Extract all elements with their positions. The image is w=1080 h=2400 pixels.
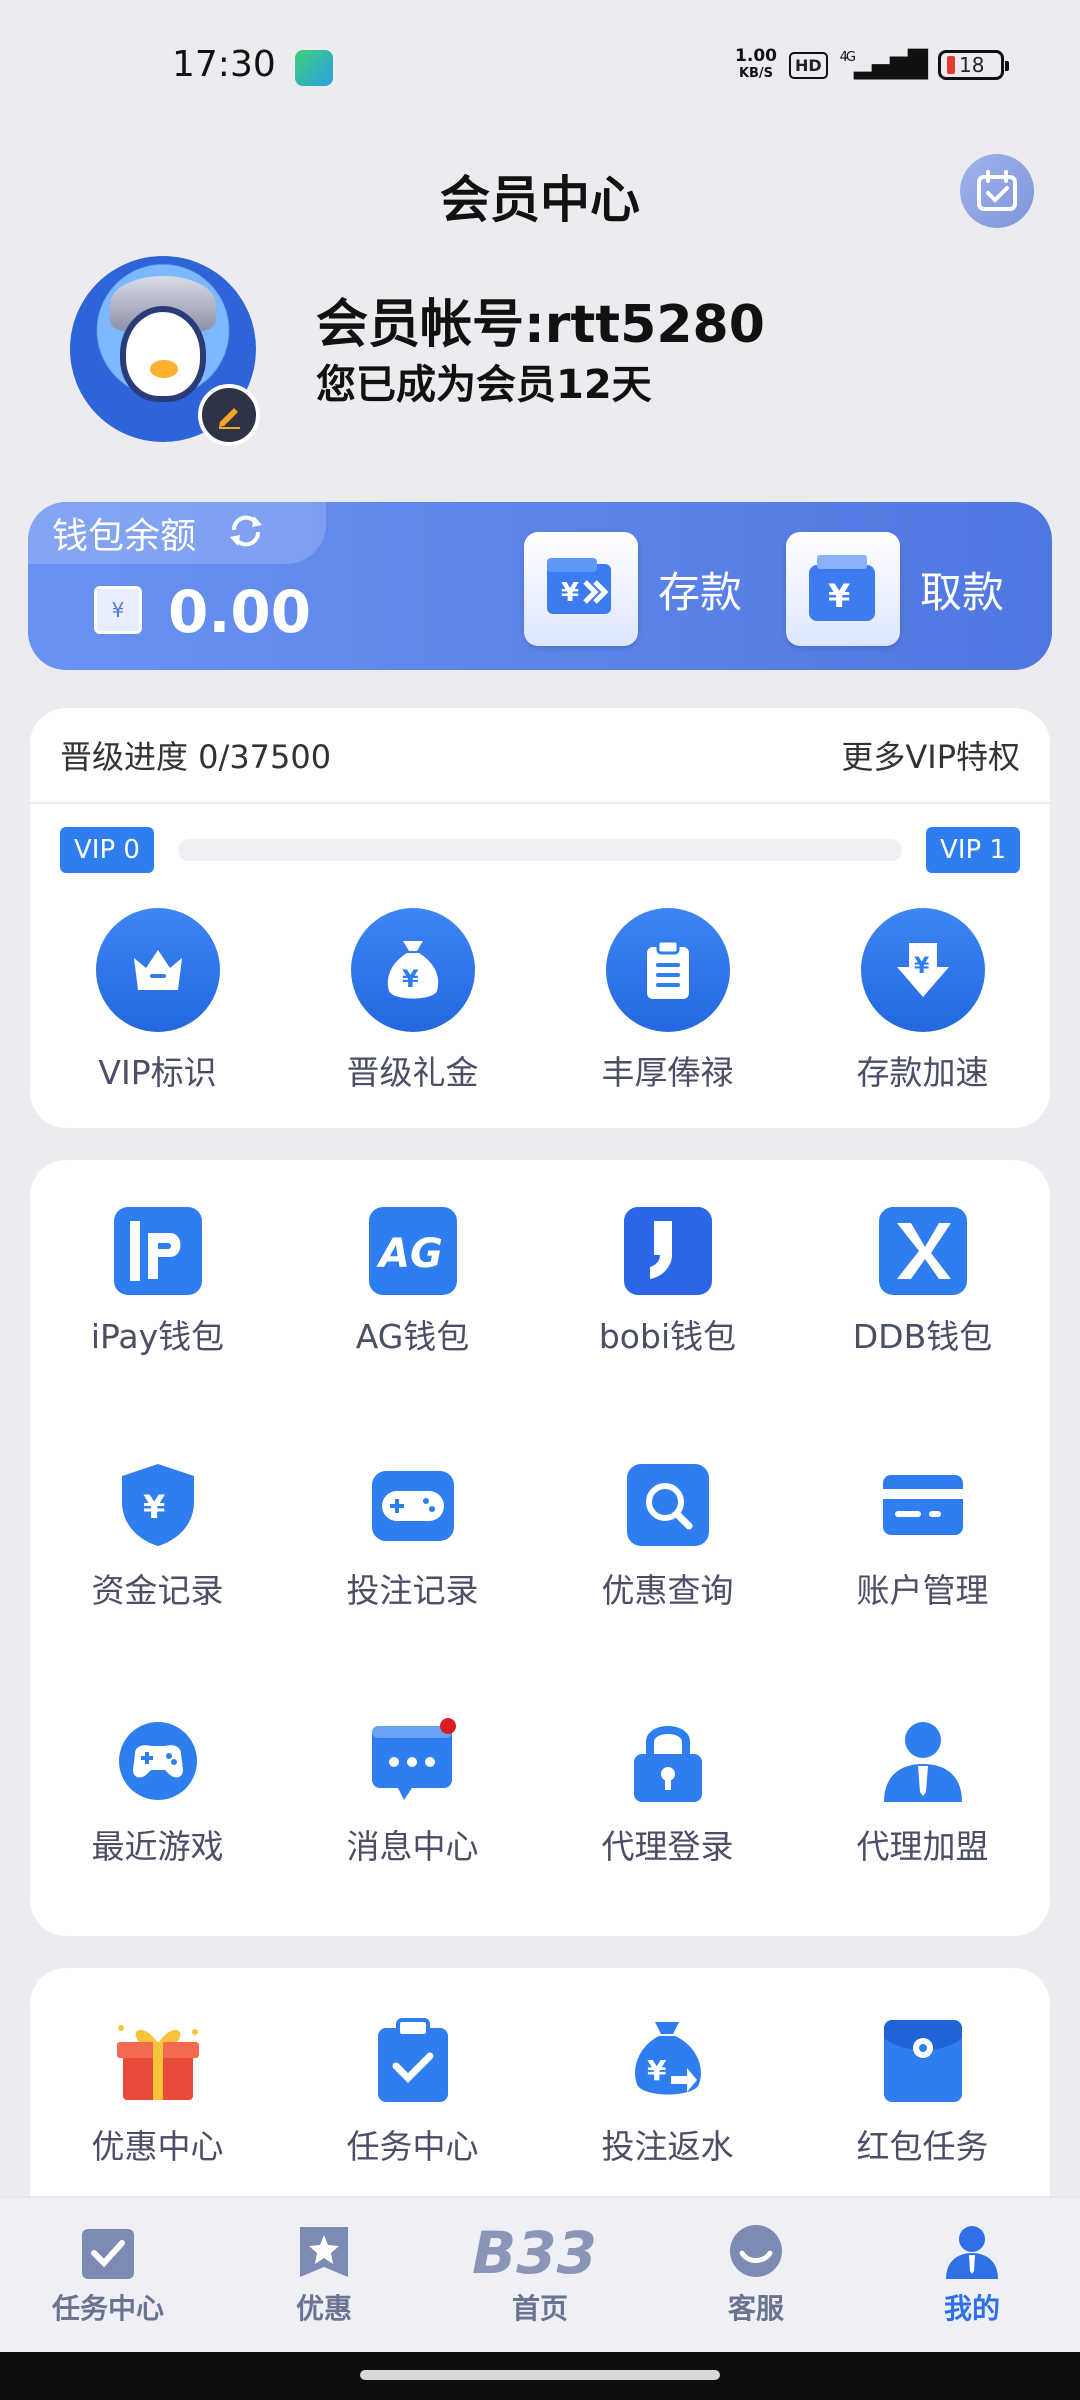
ddb-wallet-item[interactable]: DDB钱包 [795,1206,1050,1358]
home-indicator[interactable] [360,2370,720,2380]
nav-home[interactable]: B33 首页 [432,2198,648,2352]
edit-avatar-icon[interactable] [198,384,260,446]
bet-rebate-item[interactable]: ¥ 投注返水 [540,2016,795,2168]
star-badge-icon [300,2227,348,2277]
app-notification-icon [295,50,333,86]
ddb-logo-icon [878,1206,968,1296]
bobi-logo-icon [623,1206,713,1296]
ipay-logo-icon [113,1206,203,1296]
account-management-item[interactable]: 账户管理 [795,1460,1050,1612]
vip-progress-bar [177,839,903,861]
agent-join-item[interactable]: 代理加盟 [795,1716,1050,1868]
agent-icon [878,1716,968,1806]
b33-logo-icon: B33 [472,2223,597,2281]
status-bar: 17:30 1.00 KB/S HD 4G▂▄▆█ 18 [0,0,1080,130]
task-clipboard-icon [368,2016,458,2106]
task-icon [82,2229,134,2279]
yuan-icon: ¥ [94,586,142,634]
network-speed: 1.00 KB/S [735,46,777,82]
system-navigation-bar [0,2352,1080,2400]
promo-query-item[interactable]: 优惠查询 [540,1460,795,1612]
card-icon [878,1460,968,1550]
gift-icon [113,2016,203,2106]
vip-perk-salary[interactable]: 丰厚俸禄 [540,908,795,1094]
ipay-wallet-item[interactable]: iPay钱包 [30,1206,285,1358]
fund-records-item[interactable]: ¥ 资金记录 [30,1460,285,1612]
search-icon [623,1460,713,1550]
withdraw-label: 取款 [920,567,1005,617]
agent-login-item[interactable]: 代理登录 [540,1716,795,1868]
more-vip-link[interactable]: 更多VIP特权 [841,732,1020,778]
yuan-shield-icon: ¥ [113,1460,203,1550]
red-envelope-icon [878,2016,968,2106]
nav-customer-service[interactable]: 客服 [648,2198,864,2352]
svg-text:B33: B33 [472,2223,597,2281]
vip-next-level: VIP 1 [926,827,1020,873]
wallet-label-tab: 钱包余额 [28,502,326,564]
crown-icon [95,908,220,1032]
nav-task-center[interactable]: 任务中心 [0,2198,216,2352]
page-title: 会员中心 [440,171,640,229]
ag-wallet-item[interactable]: AG AG钱包 [285,1206,540,1358]
vip-perk-deposit-speed[interactable]: ¥ 存款加速 [795,908,1050,1094]
nav-promotions[interactable]: 优惠 [216,2198,432,2352]
battery-icon: 18 [938,50,1009,80]
status-time: 17:30 [172,44,276,85]
money-bag-icon: ¥ [350,908,475,1032]
withdraw-button[interactable]: ¥ 取款 [786,532,1004,646]
vip-card: 晋级进度 0/37500 更多VIP特权 VIP 0 VIP 1 VIP标识 ¥ [30,708,1050,1128]
calendar-check-icon[interactable] [960,154,1034,228]
svg-text:¥: ¥ [561,578,579,608]
withdraw-icon: ¥ [786,532,900,646]
status-indicators: 1.00 KB/S HD 4G▂▄▆█ 18 [735,46,1009,82]
message-center-item[interactable]: 消息中心 [285,1716,540,1868]
wallet-label: 钱包余额 [52,516,197,557]
svg-text:AG: AG [376,1231,443,1277]
deposit-icon: ¥ [524,532,638,646]
recent-games-item[interactable]: 最近游戏 [30,1716,285,1868]
svg-text:¥: ¥ [914,954,930,979]
lock-icon [623,1716,713,1806]
rebate-bag-icon: ¥ [623,2016,713,2106]
svg-text:¥: ¥ [647,2054,667,2087]
bet-records-item[interactable]: 投注记录 [285,1460,540,1612]
deposit-button[interactable]: ¥ 存款 [524,532,742,646]
message-icon [368,1716,458,1806]
bottom-nav: 任务中心 优惠 B33 首页 客服 我的 [0,2196,1080,2352]
vip-perk-upgrade-bonus[interactable]: ¥ 晋级礼金 [285,908,540,1094]
wallet-panel: 钱包余额 ¥ 0.00 ¥ 存款 ¥ 取款 [28,502,1052,670]
gamepad-icon [368,1460,458,1550]
membership-days: 您已成为会员12天 [316,362,652,408]
refresh-icon[interactable] [226,514,266,552]
user-icon [946,2226,998,2279]
hd-icon: HD [788,51,828,79]
svg-text:¥: ¥ [143,1488,165,1526]
bobi-wallet-item[interactable]: bobi钱包 [540,1206,795,1358]
deposit-label: 存款 [658,567,743,617]
task-center-item[interactable]: 任务中心 [285,2016,540,2168]
account-name: 会员帐号:rtt5280 [316,295,765,355]
support-icon [730,2225,782,2277]
svg-text:¥: ¥ [402,965,419,993]
vip-progress-label: 晋级进度 0/37500 [60,738,332,776]
vip-perk-badge[interactable]: VIP标识 [30,908,285,1094]
promo-center-item[interactable]: 优惠中心 [30,2016,285,2168]
controller-icon [113,1716,203,1806]
signal-icon: 4G▂▄▆█ [839,50,928,80]
ag-logo-icon: AG [368,1206,458,1296]
tools-card: iPay钱包 AG AG钱包 bobi钱包 DDB钱包 ¥ 资金记录 投注记录 … [30,1160,1050,1936]
svg-text:¥: ¥ [828,577,850,615]
promo-card: 优惠中心 任务中心 ¥ 投注返水 红包任务 [30,1968,1050,2228]
nav-profile[interactable]: 我的 [864,2198,1080,2352]
vip-current-level: VIP 0 [60,827,154,873]
wallet-balance: 0.00 [168,578,312,646]
notification-dot [439,1718,456,1734]
clipboard-icon [605,908,730,1032]
red-envelope-task-item[interactable]: 红包任务 [795,2016,1050,2168]
vip-progress-row: VIP 0 VIP 1 [60,824,1020,876]
deposit-download-icon: ¥ [860,908,985,1032]
